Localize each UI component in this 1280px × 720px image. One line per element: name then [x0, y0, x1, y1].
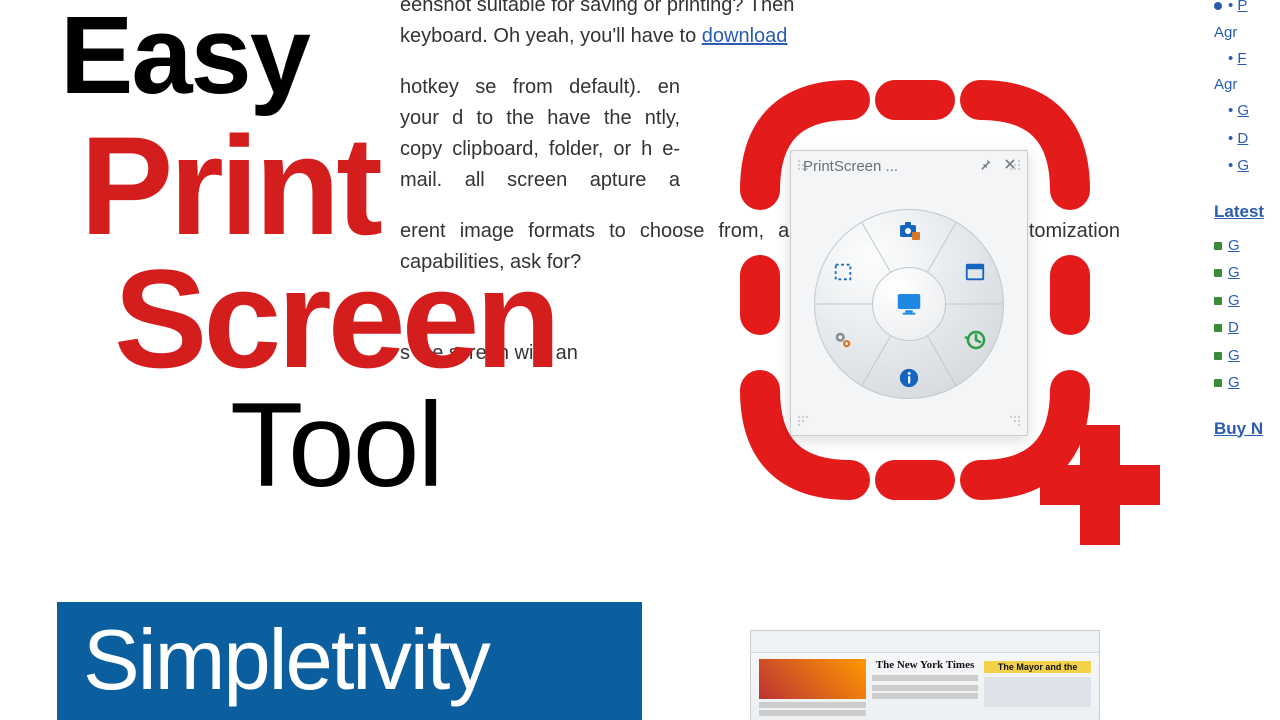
resize-grip-icon	[1007, 415, 1021, 429]
monitor-icon	[894, 289, 924, 319]
sidebar-item[interactable]: G	[1214, 373, 1280, 393]
printscreen-popup: PrintScreen ...	[790, 150, 1028, 436]
title-line-4: Tool	[230, 385, 557, 505]
popup-title: PrintScreen ...	[803, 158, 898, 175]
sidebar-item[interactable]: • P	[1214, 0, 1280, 16]
sidebar-item[interactable]: • G	[1214, 101, 1280, 121]
sidebar-section[interactable]: Buy N	[1214, 419, 1280, 439]
sidebar-item[interactable]: G	[1214, 291, 1280, 311]
sidebar-item[interactable]: G	[1214, 236, 1280, 256]
pin-icon[interactable]	[979, 157, 993, 175]
thumbnail-title: Easy Print Screen Tool	[60, 0, 557, 505]
sidebar-section[interactable]: Latest	[1214, 202, 1280, 222]
nyt-masthead: The New York Times	[872, 659, 979, 671]
resize-grip-icon	[1007, 157, 1021, 171]
sidebar: • P Agr • F Agr • G • D • G Latest G G G…	[1208, 0, 1280, 720]
center-button[interactable]	[872, 267, 946, 341]
title-line-1: Easy	[60, 0, 557, 119]
window-icon[interactable]	[962, 259, 988, 285]
sidebar-item[interactable]: • F	[1214, 49, 1280, 69]
resize-grip-icon	[797, 415, 811, 429]
sidebar-item[interactable]: G	[1214, 263, 1280, 283]
editor-thumbnail: The New York Times The Mayor and the	[750, 630, 1100, 720]
history-icon[interactable]	[962, 327, 988, 353]
title-line-2: Print	[80, 119, 557, 252]
nyt-headline: The Mayor and the	[984, 661, 1091, 673]
sidebar-item[interactable]: D	[1214, 318, 1280, 338]
sidebar-item[interactable]: • G	[1214, 156, 1280, 176]
sidebar-item[interactable]: G	[1214, 346, 1280, 366]
region-icon[interactable]	[830, 259, 856, 285]
brand-banner: Simpletivity	[57, 602, 642, 720]
download-link[interactable]: download	[702, 25, 788, 47]
resize-grip-icon	[797, 157, 811, 171]
camera-icon[interactable]	[896, 217, 922, 243]
brand-name: Simpletivity	[83, 612, 489, 710]
sidebar-item[interactable]: • D	[1214, 129, 1280, 149]
title-line-3: Screen	[114, 252, 557, 385]
info-icon[interactable]	[896, 365, 922, 391]
gear-icon[interactable]	[830, 327, 856, 353]
radial-menu	[814, 209, 1004, 399]
